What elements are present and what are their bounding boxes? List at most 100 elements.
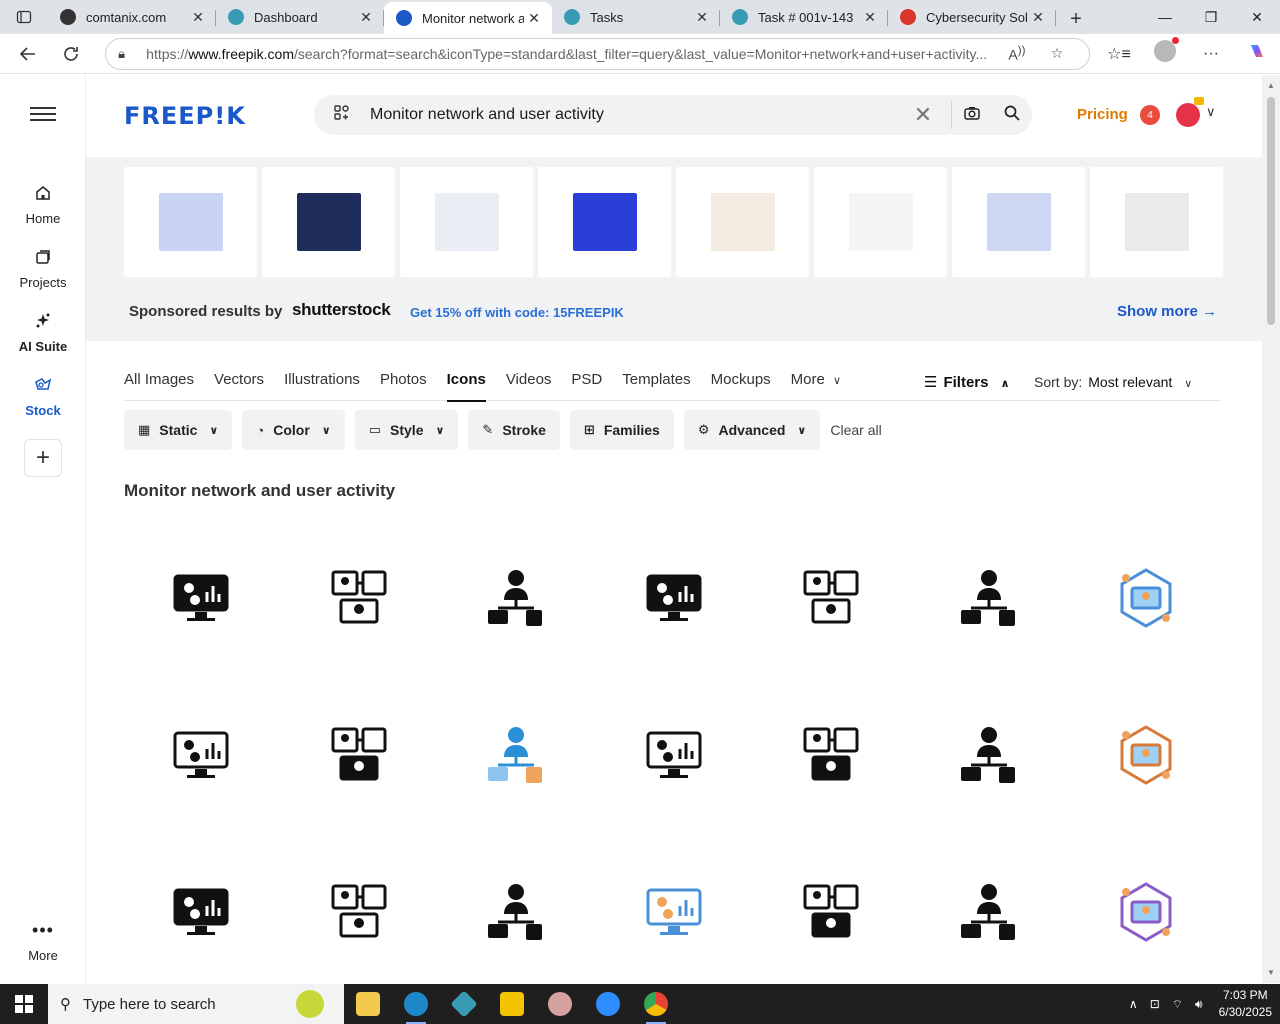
icon-result-card[interactable] bbox=[439, 523, 593, 673]
filter-chip-style[interactable]: ▭ Style ∨ bbox=[354, 410, 459, 450]
icon-result-card[interactable] bbox=[282, 680, 436, 830]
favorite-star-icon[interactable]: ☆ bbox=[1037, 45, 1077, 62]
copilot-icon[interactable] bbox=[1234, 41, 1280, 66]
profile-button[interactable] bbox=[1142, 37, 1188, 67]
tab-close-icon[interactable]: ✕ bbox=[860, 9, 880, 26]
tab-close-icon[interactable]: ✕ bbox=[188, 9, 208, 26]
start-button[interactable] bbox=[0, 984, 48, 1024]
icon-result-card[interactable] bbox=[439, 680, 593, 830]
page-scrollbar[interactable]: ▲ ▼ bbox=[1262, 75, 1280, 983]
app-diamond[interactable] bbox=[440, 984, 488, 1024]
icon-result-card[interactable] bbox=[1069, 837, 1223, 983]
freepik-logo[interactable]: FREEP!K bbox=[124, 102, 246, 130]
edge-app[interactable] bbox=[392, 984, 440, 1024]
tab-close-icon[interactable]: ✕ bbox=[524, 10, 544, 27]
icon-result-card[interactable] bbox=[912, 837, 1066, 983]
restore-button[interactable]: ❐ bbox=[1188, 9, 1234, 26]
sponsored-thumbnail[interactable] bbox=[1090, 167, 1223, 277]
search-type-icon[interactable] bbox=[314, 104, 370, 127]
sponsored-thumbnail[interactable] bbox=[400, 167, 533, 277]
close-window-button[interactable]: ✕ bbox=[1234, 9, 1280, 26]
tray-network-alert-icon[interactable]: ⊡ bbox=[1150, 997, 1160, 1011]
sidebar-item-more[interactable]: ••• More bbox=[0, 918, 86, 964]
browser-tab[interactable]: Task # 001v-143 ✕ bbox=[720, 2, 888, 32]
favorites-icon[interactable]: ☆≡ bbox=[1096, 44, 1142, 64]
browser-tab[interactable]: comtanix.com ✕ bbox=[48, 2, 216, 32]
sponsored-thumbnail[interactable] bbox=[676, 167, 809, 277]
sponsored-thumbnail[interactable] bbox=[952, 167, 1085, 277]
wifi-icon[interactable]: ⌔ bbox=[1172, 997, 1183, 1012]
icon-result-card[interactable] bbox=[597, 837, 751, 983]
back-button[interactable] bbox=[6, 36, 50, 72]
browser-tab[interactable]: Tasks ✕ bbox=[552, 2, 720, 32]
sidebar-item-projects[interactable]: Projects bbox=[0, 245, 86, 290]
browser-tab[interactable]: Dashboard ✕ bbox=[216, 2, 384, 32]
tab-close-icon[interactable]: ✕ bbox=[1028, 9, 1048, 26]
tab-vectors[interactable]: Vectors bbox=[214, 371, 264, 401]
tab-more[interactable]: More ∨ bbox=[791, 371, 841, 401]
add-button[interactable]: + bbox=[24, 439, 62, 477]
sticky-notes-app[interactable] bbox=[488, 984, 536, 1024]
lock-icon[interactable]: 🔒︎ bbox=[118, 46, 146, 62]
tab-close-icon[interactable]: ✕ bbox=[356, 9, 376, 26]
notification-badge[interactable]: 4 bbox=[1140, 105, 1160, 125]
file-explorer-app[interactable] bbox=[344, 984, 392, 1024]
sidebar-item-stock[interactable]: Stock bbox=[0, 373, 86, 418]
filter-chip-stroke[interactable]: ✎ Stroke bbox=[468, 410, 560, 450]
filter-chip-color[interactable]: ◔ Color ∨ bbox=[242, 410, 345, 450]
icon-result-card[interactable] bbox=[282, 523, 436, 673]
sidebar-item-home[interactable]: Home bbox=[0, 181, 86, 226]
icon-result-card[interactable] bbox=[124, 837, 278, 983]
chevron-down-icon[interactable]: ∨ bbox=[1206, 104, 1216, 120]
address-bar[interactable]: 🔒︎ https://www.freepik.com/search?format… bbox=[105, 37, 1090, 70]
icon-result-card[interactable] bbox=[124, 680, 278, 830]
scrollbar-thumb[interactable] bbox=[1267, 97, 1275, 325]
shutterstock-logo[interactable]: shutterstock bbox=[292, 300, 391, 320]
icon-result-card[interactable] bbox=[754, 523, 908, 673]
icon-result-card[interactable] bbox=[439, 837, 593, 983]
icon-result-card[interactable] bbox=[912, 523, 1066, 673]
filter-chip-advanced[interactable]: ⚙ Advanced ∨ bbox=[683, 410, 821, 450]
tray-chevron-icon[interactable]: ∧ bbox=[1129, 997, 1138, 1011]
tab-mockups[interactable]: Mockups bbox=[711, 371, 771, 401]
refresh-button[interactable] bbox=[50, 36, 94, 72]
sponsored-thumbnail[interactable] bbox=[124, 167, 257, 277]
clear-all-link[interactable]: Clear all bbox=[830, 422, 881, 438]
pricing-link[interactable]: Pricing bbox=[1077, 106, 1128, 123]
filter-chip-families[interactable]: ⊞ Families bbox=[569, 410, 674, 450]
tab-close-icon[interactable]: ✕ bbox=[692, 9, 712, 26]
tab-photos[interactable]: Photos bbox=[380, 371, 427, 401]
user-avatar[interactable] bbox=[1176, 97, 1204, 127]
icon-result-card[interactable] bbox=[597, 523, 751, 673]
sponsored-thumbnail[interactable] bbox=[814, 167, 947, 277]
browser-tab[interactable]: Monitor network and✕ bbox=[384, 2, 552, 34]
tab-videos[interactable]: Videos bbox=[506, 371, 552, 401]
filter-chip-static[interactable]: ▦ Static ∨ bbox=[124, 410, 233, 450]
system-clock[interactable]: 7:03 PM 6/30/2025 bbox=[1219, 987, 1272, 1021]
tab-icons[interactable]: Icons bbox=[446, 371, 487, 402]
taskbar-search[interactable]: ⚲ Type here to search bbox=[48, 984, 344, 1024]
sponsored-thumbnail[interactable] bbox=[262, 167, 395, 277]
icon-result-card[interactable] bbox=[912, 680, 1066, 830]
sponsored-thumbnail[interactable] bbox=[538, 167, 671, 277]
icon-result-card[interactable] bbox=[124, 523, 278, 673]
tab-psd[interactable]: PSD bbox=[571, 371, 602, 401]
icon-result-card[interactable] bbox=[597, 680, 751, 830]
search-icon[interactable] bbox=[992, 104, 1032, 127]
hamburger-menu-icon[interactable] bbox=[30, 103, 56, 123]
icon-result-card[interactable] bbox=[754, 837, 908, 983]
chrome-app[interactable] bbox=[632, 984, 680, 1024]
icon-result-card[interactable] bbox=[282, 837, 436, 983]
filters-toggle-button[interactable]: ☰ Filters ∧ bbox=[924, 373, 1010, 391]
clear-search-icon[interactable]: ✕ bbox=[895, 102, 951, 128]
new-tab-button[interactable]: + bbox=[1056, 4, 1096, 34]
minimize-button[interactable]: — bbox=[1142, 9, 1188, 25]
icon-result-card[interactable] bbox=[754, 680, 908, 830]
search-input[interactable] bbox=[370, 106, 895, 124]
promo-code-link[interactable]: Get 15% off with code: 15FREEPIK bbox=[410, 305, 624, 320]
tab-actions-button[interactable] bbox=[0, 0, 48, 34]
show-more-link[interactable]: Show more → bbox=[1117, 303, 1217, 320]
icon-result-card[interactable] bbox=[1069, 680, 1223, 830]
browser-tab[interactable]: Cybersecurity Soluti✕ bbox=[888, 2, 1056, 32]
settings-more-icon[interactable]: ··· bbox=[1188, 45, 1234, 63]
